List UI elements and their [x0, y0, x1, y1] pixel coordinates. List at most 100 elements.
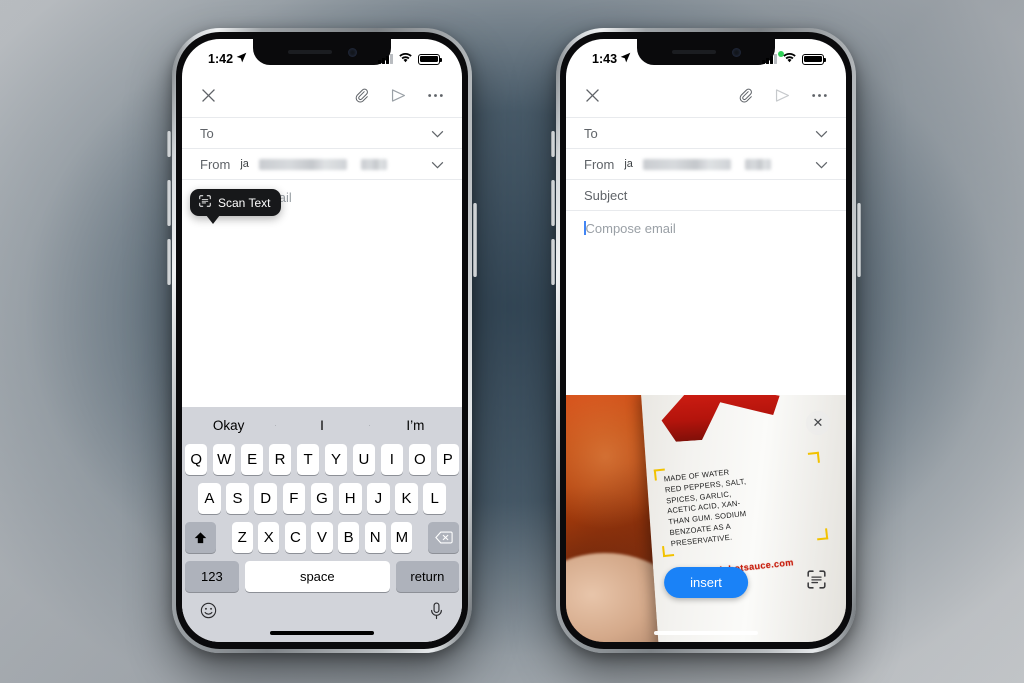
key-e[interactable]: E: [240, 444, 264, 475]
compose-actions-right: [737, 87, 828, 104]
scan-text-icon[interactable]: [807, 570, 826, 594]
status-bar-left-group: 1:43: [592, 52, 631, 66]
chevron-down-icon[interactable]: [431, 126, 444, 141]
numbers-key[interactable]: 123: [185, 561, 239, 592]
scan-text-tooltip[interactable]: Scan Text: [190, 189, 282, 224]
phone-bezel-left: 1:42 To From ja Scan Text Okay I I’m Q W…: [176, 32, 468, 649]
paperclip-icon[interactable]: [737, 87, 754, 104]
key-a[interactable]: A: [197, 483, 221, 514]
key-s[interactable]: S: [226, 483, 249, 514]
key-f[interactable]: F: [282, 483, 306, 514]
keyboard-row-2: A S D F G H J K L: [182, 483, 462, 514]
battery-icon: [802, 53, 827, 65]
key-p[interactable]: P: [436, 444, 460, 475]
from-address-prefix: ja: [240, 158, 249, 170]
from-field-right[interactable]: From ja: [566, 148, 846, 179]
volume-up-button[interactable]: [551, 180, 555, 226]
scan-corner-top-right: [807, 451, 820, 465]
key-u[interactable]: U: [352, 444, 376, 475]
wifi-icon: [782, 52, 797, 66]
power-button[interactable]: [857, 203, 861, 277]
emoji-icon[interactable]: [200, 602, 217, 619]
more-options-icon[interactable]: [427, 93, 444, 98]
microphone-icon[interactable]: [429, 602, 444, 620]
scan-text-tooltip-label: Scan Text: [218, 195, 271, 210]
prediction-0[interactable]: Okay: [182, 418, 275, 433]
key-v[interactable]: V: [311, 522, 333, 553]
phone-screen-right: 1:43 To From ja Subject Compose email MA…: [566, 39, 846, 642]
more-options-icon[interactable]: [811, 93, 828, 98]
volume-up-button[interactable]: [167, 180, 171, 226]
key-d[interactable]: D: [254, 483, 277, 514]
cellular-bars-icon: [762, 54, 777, 64]
location-arrow-icon: [620, 52, 631, 66]
silent-switch[interactable]: [167, 131, 171, 157]
key-b[interactable]: B: [338, 522, 360, 553]
shift-key[interactable]: [185, 522, 216, 553]
prediction-1[interactable]: I: [275, 418, 368, 433]
key-h[interactable]: H: [338, 483, 362, 514]
chevron-down-icon[interactable]: [815, 157, 828, 172]
backspace-key[interactable]: [428, 522, 459, 553]
key-z[interactable]: Z: [231, 522, 253, 553]
key-i[interactable]: I: [380, 444, 404, 475]
key-q[interactable]: Q: [184, 444, 208, 475]
label-red-graphic: [654, 395, 788, 446]
volume-down-button[interactable]: [551, 239, 555, 285]
volume-down-button[interactable]: [167, 239, 171, 285]
to-label: To: [584, 125, 598, 141]
compose-toolbar-left: [182, 73, 462, 117]
key-l[interactable]: L: [423, 483, 447, 514]
subject-field-right[interactable]: Subject: [566, 179, 846, 210]
key-g[interactable]: G: [310, 483, 334, 514]
close-icon[interactable]: [584, 87, 601, 104]
insert-button[interactable]: insert: [664, 567, 748, 598]
from-address-redacted-2: [744, 158, 771, 170]
status-bar-left-group: 1:42: [208, 52, 247, 66]
from-address-prefix: ja: [624, 158, 633, 170]
key-w[interactable]: W: [212, 444, 236, 475]
paperclip-icon[interactable]: [353, 87, 370, 104]
key-o[interactable]: O: [408, 444, 432, 475]
row3-spacer-right: [418, 522, 423, 553]
to-field-left[interactable]: To: [182, 117, 462, 148]
prediction-2[interactable]: I’m: [368, 418, 462, 433]
send-icon[interactable]: [774, 87, 791, 104]
from-address-redacted: [258, 158, 347, 170]
key-c[interactable]: C: [284, 522, 306, 553]
key-y[interactable]: Y: [324, 444, 348, 475]
key-x[interactable]: X: [258, 522, 280, 553]
key-k[interactable]: K: [395, 483, 418, 514]
silent-switch[interactable]: [551, 131, 555, 157]
return-key[interactable]: return: [395, 561, 459, 592]
phone-right: 1:43 To From ja Subject Compose email MA…: [551, 28, 861, 653]
phone-screen-left: 1:42 To From ja Scan Text Okay I I’m Q W…: [182, 39, 462, 642]
key-n[interactable]: N: [364, 522, 386, 553]
key-j[interactable]: J: [367, 483, 390, 514]
status-bar-left: 1:42: [182, 39, 462, 73]
camera-active-indicator: [778, 51, 784, 57]
close-icon[interactable]: [200, 87, 217, 104]
power-button[interactable]: [473, 203, 477, 277]
key-m[interactable]: M: [391, 522, 413, 553]
chevron-down-icon[interactable]: [431, 157, 444, 172]
status-bar-right-group: [762, 52, 827, 66]
scan-corner-top-left: [653, 468, 666, 481]
to-field-right[interactable]: To: [566, 117, 846, 148]
space-key[interactable]: space: [244, 561, 390, 592]
from-field-left[interactable]: From ja: [182, 148, 462, 179]
key-t[interactable]: T: [296, 444, 320, 475]
chevron-down-icon[interactable]: [815, 126, 828, 141]
live-text-camera-panel[interactable]: MADE OF WATER RED PEPPERS, SALT, SPICES,…: [566, 395, 846, 642]
send-icon[interactable]: [390, 87, 407, 104]
key-r[interactable]: R: [268, 444, 292, 475]
home-indicator[interactable]: [654, 631, 758, 635]
scan-corner-bottom-left: [661, 545, 675, 558]
status-time: 1:42: [208, 52, 234, 66]
compose-body-right[interactable]: Compose email: [566, 210, 846, 236]
keyboard-row-4: 123 space return: [182, 561, 462, 592]
close-icon[interactable]: ✕: [806, 411, 830, 435]
predictive-text-bar: Okay I I’m: [182, 407, 462, 444]
detected-text-block[interactable]: MADE OF WATER RED PEPPERS, SALT, SPICES,…: [653, 451, 829, 558]
home-indicator[interactable]: [270, 631, 374, 635]
